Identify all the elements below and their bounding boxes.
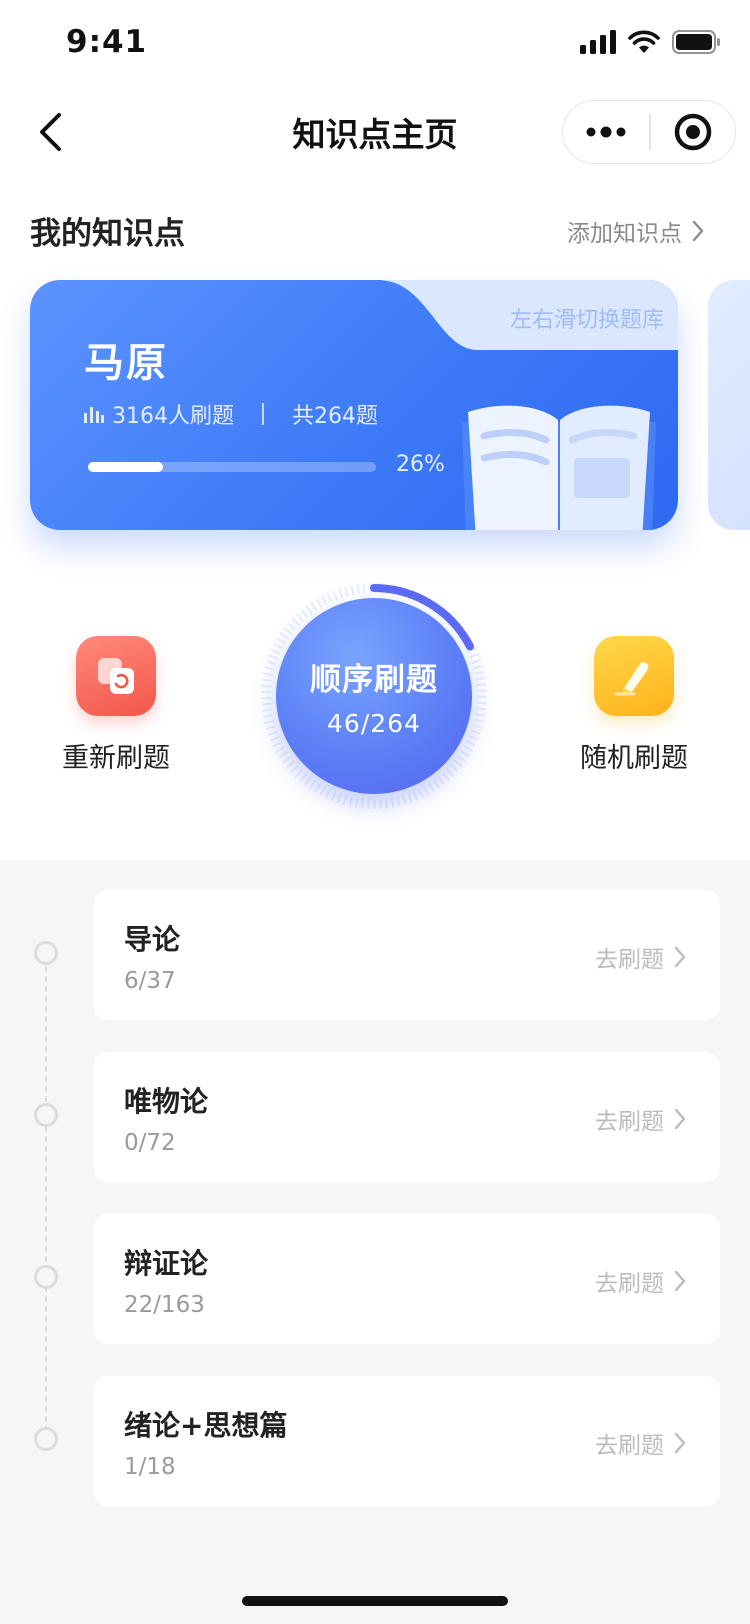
more-button[interactable] [563, 101, 649, 163]
bank-progress-fill [88, 462, 163, 472]
sequential-count: 46/264 [327, 709, 421, 738]
knowledge-home-page: 9:41 知识点主页 我的知识点 添加知识点 左右滑切换题库 马原 3164人刷… [0, 0, 750, 1624]
mini-program-capsule [562, 100, 736, 164]
chevron-right-icon [674, 1270, 686, 1292]
chapter-progress: 1/18 [124, 1454, 176, 1480]
sequential-label: 顺序刷题 [310, 662, 438, 698]
learner-count: 3164人刷题 [112, 404, 234, 429]
question-bank-card[interactable]: 左右滑切换题库 马原 3164人刷题 共264题 26% [30, 280, 678, 530]
sequential-practice-button[interactable]: 顺序刷题 46/264 [256, 578, 492, 814]
random-label: 随机刷题 [580, 743, 688, 774]
chevron-right-icon [692, 220, 704, 242]
status-time: 9:41 [66, 24, 148, 60]
go-practice-link[interactable]: 去刷题 [595, 1264, 686, 1298]
go-practice-link[interactable]: 去刷题 [595, 1426, 686, 1460]
chapter-item: 辩证论 22/163 去刷题 [0, 1214, 750, 1344]
home-indicator [242, 1596, 508, 1606]
timeline-line [45, 956, 47, 1442]
bar-chart-icon [84, 407, 104, 423]
restart-label: 重新刷题 [62, 743, 170, 774]
section-title: 我的知识点 [30, 216, 185, 252]
chapter-card[interactable]: 辩证论 22/163 去刷题 [94, 1214, 720, 1344]
chapter-name: 唯物论 [124, 1085, 209, 1118]
bank-title: 马原 [84, 340, 168, 386]
battery-icon [672, 30, 720, 54]
timeline-dot [34, 1427, 58, 1451]
bank-stats: 3164人刷题 共264题 [84, 398, 378, 430]
go-practice-label: 去刷题 [595, 1271, 664, 1297]
chevron-right-icon [674, 1432, 686, 1454]
go-practice-link[interactable]: 去刷题 [595, 940, 686, 974]
add-knowledge-label: 添加知识点 [567, 221, 682, 247]
chevron-right-icon [674, 1108, 686, 1130]
next-bank-card-peek[interactable] [708, 280, 750, 530]
open-book-illustration [462, 405, 656, 530]
chapter-card[interactable]: 唯物论 0/72 去刷题 [94, 1052, 720, 1182]
navigation-bar: 知识点主页 [0, 88, 750, 176]
bank-progress-text: 26% [396, 452, 445, 477]
question-total: 共264题 [292, 404, 378, 429]
chapter-progress: 22/163 [124, 1292, 205, 1318]
go-practice-label: 去刷题 [595, 1109, 664, 1135]
add-knowledge-link[interactable]: 添加知识点 [567, 214, 704, 248]
timeline-dot [34, 1265, 58, 1289]
go-practice-label: 去刷题 [595, 947, 664, 973]
bank-progress-bar [88, 462, 376, 472]
chapter-progress: 6/37 [124, 968, 176, 994]
go-practice-link[interactable]: 去刷题 [595, 1102, 686, 1136]
chapter-list: 导论 6/37 去刷题 唯物论 0/72 去刷题 辩证论 22/163 去刷题 … [0, 860, 750, 1624]
close-mini-program-button[interactable] [651, 101, 736, 163]
status-icons [580, 30, 722, 54]
chevron-right-icon [674, 946, 686, 968]
chapter-item: 唯物论 0/72 去刷题 [0, 1052, 750, 1182]
status-bar: 9:41 [0, 0, 750, 88]
chapter-item: 导论 6/37 去刷题 [0, 890, 750, 1020]
target-close-icon [674, 113, 711, 151]
sequential-practice-center: 顺序刷题 46/264 [276, 598, 472, 794]
restart-practice-button[interactable]: 重新刷题 [41, 636, 191, 775]
cellular-signal-icon [580, 30, 616, 54]
chapter-card[interactable]: 导论 6/37 去刷题 [94, 890, 720, 1020]
go-practice-label: 去刷题 [595, 1433, 664, 1459]
chapter-item: 绪论+思想篇 1/18 去刷题 [0, 1376, 750, 1506]
random-icon-box [594, 636, 674, 716]
chapter-card[interactable]: 绪论+思想篇 1/18 去刷题 [94, 1376, 720, 1506]
chapter-name: 绪论+思想篇 [124, 1409, 288, 1442]
wifi-icon [628, 30, 660, 53]
swipe-hint: 左右滑切换题库 [509, 308, 664, 333]
stats-separator [262, 403, 264, 425]
chapter-progress: 0/72 [124, 1130, 176, 1156]
more-dots-icon [586, 126, 626, 138]
random-practice-button[interactable]: 随机刷题 [559, 636, 709, 775]
pencil-icon [614, 662, 649, 696]
restart-icon-box [76, 636, 156, 716]
timeline-dot [34, 1103, 58, 1127]
timeline-dot [34, 941, 58, 965]
restart-icon [98, 658, 134, 694]
chapter-name: 辩证论 [124, 1247, 209, 1280]
chapter-name: 导论 [124, 923, 181, 956]
